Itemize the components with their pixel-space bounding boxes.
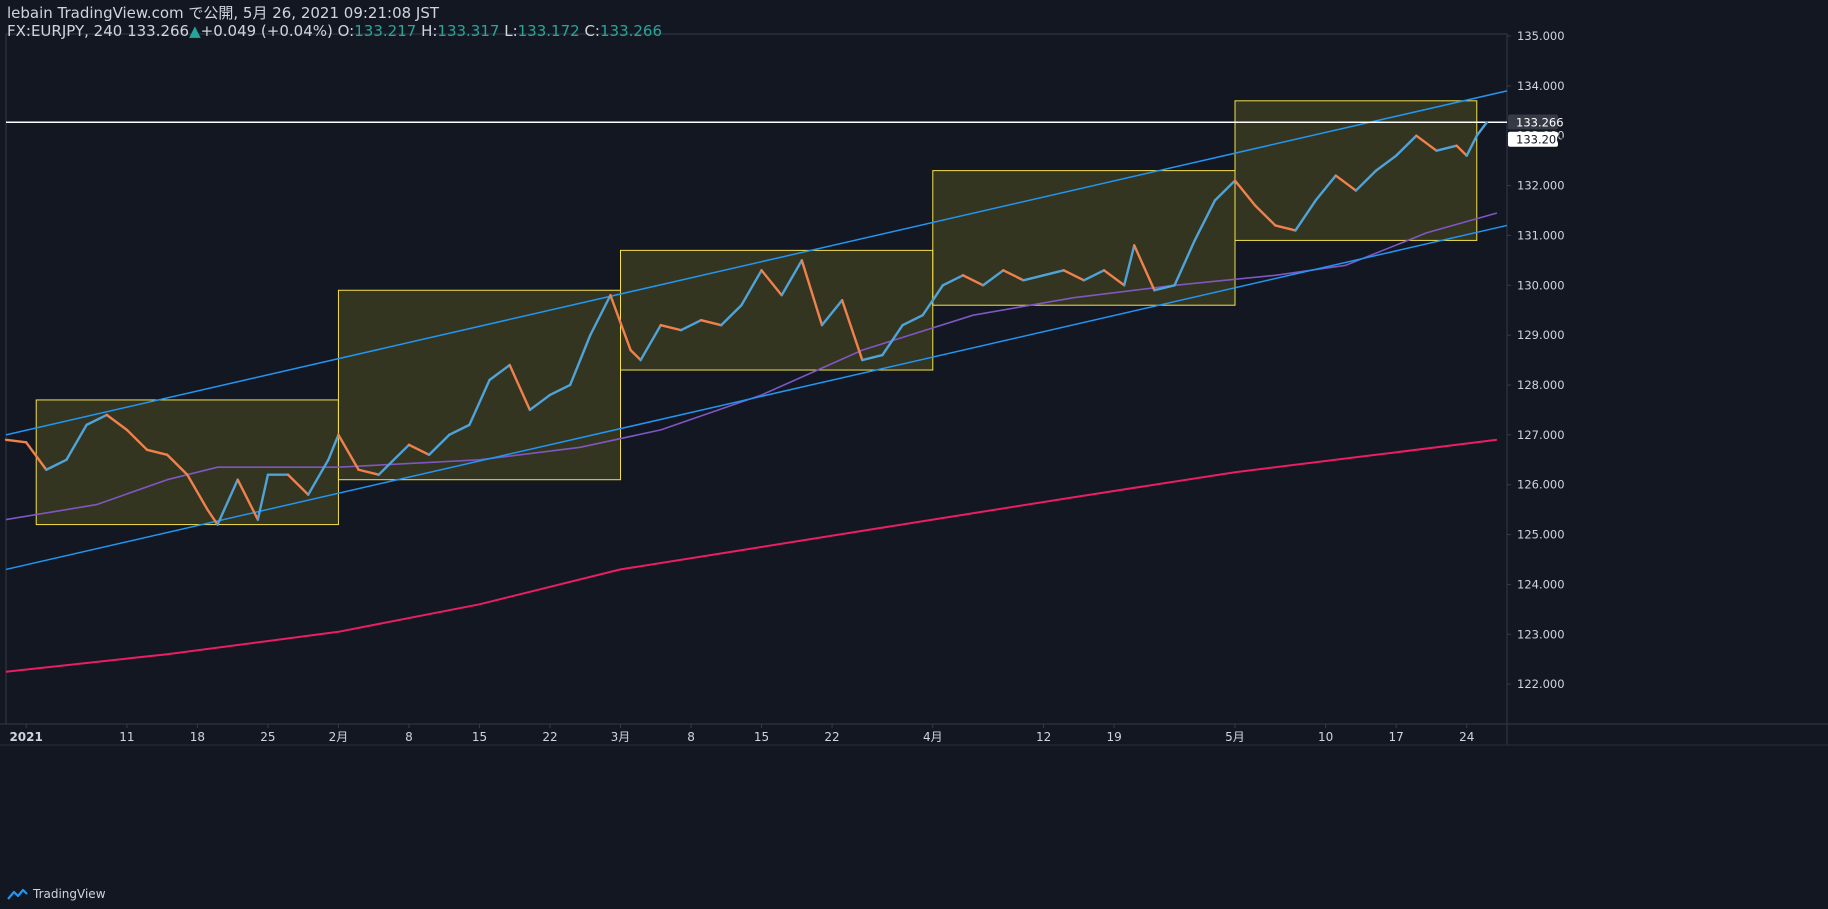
y-tick-label: 135.000: [1517, 29, 1565, 43]
x-tick-label: 2021: [9, 730, 42, 744]
range-box-2: [337, 289, 622, 481]
x-tick-label: 12: [1036, 730, 1051, 744]
x-tick-label: 4月: [923, 730, 943, 744]
x-tick-label: 15: [754, 730, 769, 744]
y-tick-label: 128.000: [1517, 378, 1565, 392]
x-tick-label: 22: [542, 730, 557, 744]
tradingview-logo[interactable]: TradingView: [6, 887, 106, 901]
price-chart[interactable]: 122.000 123.000 124.000 125.000 126.000 127.0…: [0, 0, 1828, 909]
y-tick-label: 123.000: [1517, 627, 1565, 641]
x-tick-label: 17: [1389, 730, 1404, 744]
x-tick-label: 24: [1459, 730, 1474, 744]
y-tick-label: 129.000: [1517, 328, 1565, 342]
change-value: +0.049 (+0.04%): [200, 22, 333, 40]
x-tick-label: 10: [1318, 730, 1333, 744]
x-tick-label: 22: [824, 730, 839, 744]
price-segment: [4, 438, 28, 444]
symbol-label: FX:EURJPY, 240 133.266: [7, 22, 190, 40]
range-box-1: [35, 399, 339, 526]
low-label: L:: [504, 22, 518, 40]
y-tick-label: 131.000: [1517, 228, 1565, 242]
y-tick-label: 126.000: [1517, 478, 1565, 492]
ohlc-legend: FX:EURJPY, 240 133.266▲+0.049 (+0.04%) O…: [7, 22, 662, 40]
high-label: H:: [421, 22, 438, 40]
tradingview-brand: TradingView: [33, 887, 106, 901]
high-value: 133.317: [437, 22, 500, 40]
y-tick-label: 132.000: [1517, 179, 1565, 193]
x-tick-label: 5月: [1225, 730, 1245, 744]
channel-line-1: [5, 90, 1508, 436]
close-value: 133.266: [599, 22, 663, 40]
x-tick-label: 2月: [329, 730, 349, 744]
range-box-4: [932, 170, 1236, 306]
y-tick-label: 124.000: [1517, 577, 1565, 591]
close-label: C:: [584, 22, 600, 40]
y-tick-label: 127.000: [1517, 428, 1565, 442]
range-box-3: [620, 249, 934, 371]
x-tick-label: 18: [190, 730, 205, 744]
y-tick-label: 125.000: [1517, 528, 1565, 542]
change-arrow-icon: ▲: [189, 22, 201, 40]
x-tick-label: 19: [1106, 730, 1121, 744]
chart-header: lebain TradingView.com で公開, 5月 26, 2021 …: [7, 4, 662, 40]
tradingview-cloud-icon: [7, 888, 28, 900]
x-tick-label: 25: [260, 730, 275, 744]
price-label: 133.266: [1516, 115, 1564, 129]
x-tick-label: 8: [405, 730, 413, 744]
y-tick-label: 134.000: [1517, 79, 1565, 93]
y-tick-label: 130.000: [1517, 278, 1565, 292]
x-tick-label: 15: [472, 730, 487, 744]
open-label: O:: [337, 22, 355, 40]
publish-info: lebain TradingView.com で公開, 5月 26, 2021 …: [7, 4, 440, 22]
x-tick-label: 3月: [611, 730, 631, 744]
low-value: 133.172: [517, 22, 580, 40]
y-tick-label: 122.000: [1517, 677, 1565, 691]
open-value: 133.217: [354, 22, 417, 40]
price-segment: [1475, 121, 1489, 137]
price-label: 133.200: [1516, 133, 1564, 147]
x-tick-label: 11: [119, 730, 134, 744]
x-tick-label: 8: [687, 730, 695, 744]
